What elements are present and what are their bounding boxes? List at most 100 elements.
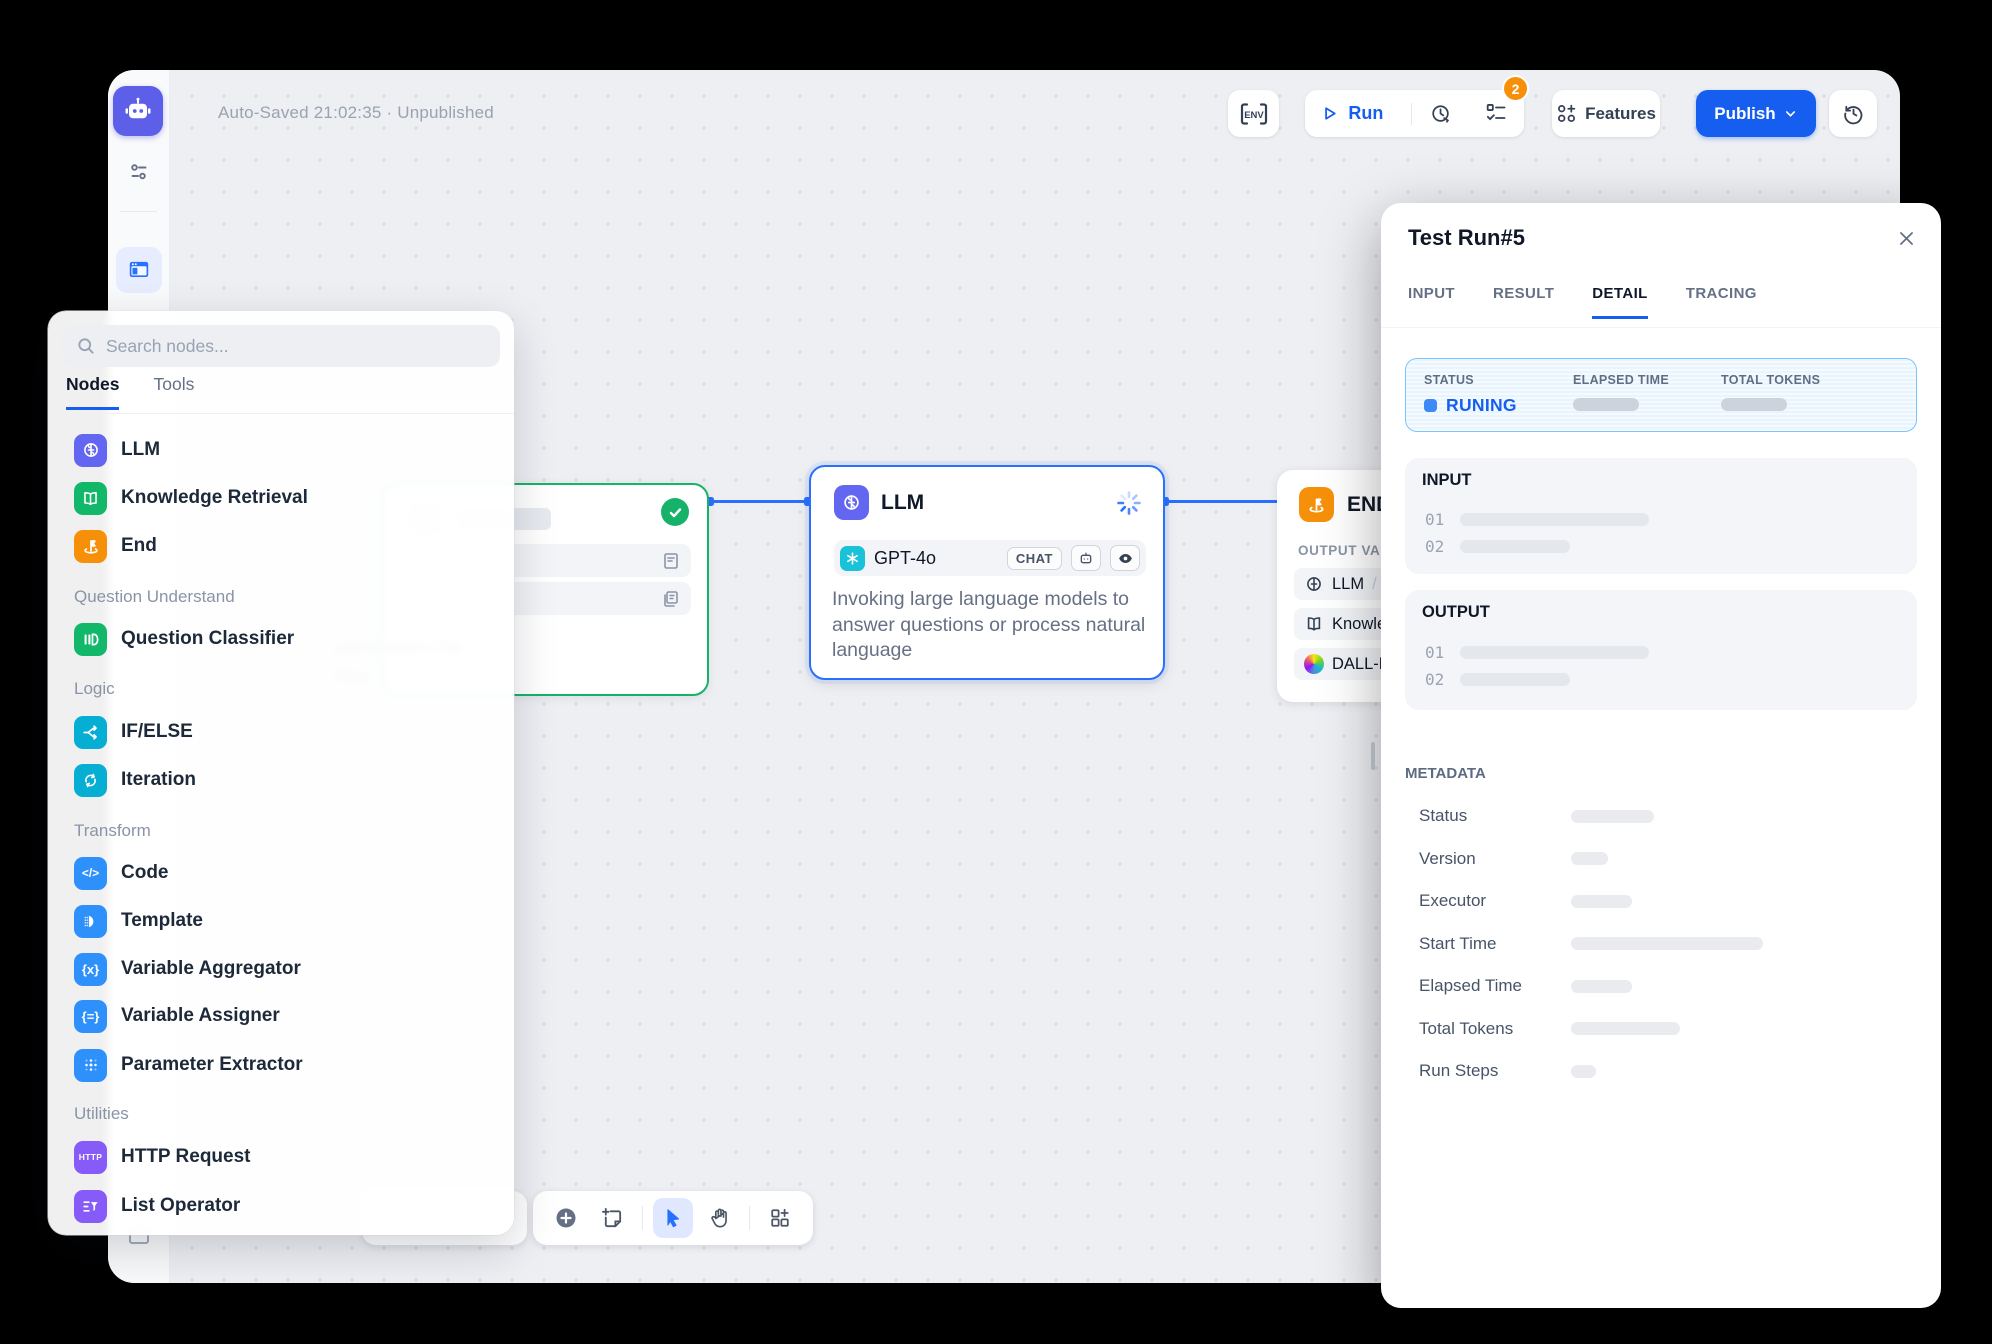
template-icon	[74, 905, 107, 938]
node-palette-panel: Search nodes... Nodes Tools LLM Knowledg…	[48, 311, 514, 1235]
tab-tools[interactable]: Tools	[153, 374, 194, 410]
elapsed-time-skeleton	[1573, 398, 1639, 411]
metadata-list: Status Version Executor Start Time Elaps…	[1419, 809, 1914, 1107]
tab-result[interactable]: RESULT	[1493, 285, 1554, 319]
app-logo-robot-icon[interactable]	[113, 86, 163, 136]
node-item-label: List Operator	[121, 1195, 240, 1217]
run-button[interactable]: Run	[1348, 103, 1383, 124]
tab-input[interactable]: INPUT	[1408, 285, 1455, 319]
toolbar-divider	[749, 1206, 750, 1230]
value-skeleton	[1460, 673, 1570, 686]
node-item-label: Parameter Extractor	[121, 1054, 303, 1076]
node-item-template[interactable]: Template	[62, 900, 500, 942]
node-item-if-else[interactable]: IF/ELSE	[62, 711, 500, 753]
tab-tracing[interactable]: TRACING	[1686, 285, 1757, 319]
node-item-llm[interactable]: LLM	[62, 429, 500, 471]
code-icon: </>	[74, 857, 107, 890]
node-item-label: LLM	[121, 439, 160, 461]
chat-badge: CHAT	[1007, 547, 1062, 570]
checklist-icon[interactable]	[1485, 101, 1508, 126]
row-number: 01	[1425, 643, 1444, 662]
dots-grid-icon	[74, 1049, 107, 1082]
tabs-divider	[48, 413, 514, 414]
autosave-status: Auto-Saved 21:02:35 · Unpublished	[218, 103, 494, 123]
run-toolbar-group: Run	[1305, 90, 1524, 137]
node-item-label: IF/ELSE	[121, 721, 193, 743]
node-item-label: Variable Aggregator	[121, 958, 301, 980]
test-run-title: Test Run#5	[1408, 225, 1525, 251]
metadata-row: Elapsed Time	[1419, 979, 1914, 993]
node-item-iteration[interactable]: Iteration	[62, 759, 500, 801]
toolbar-divider	[1411, 103, 1412, 125]
pointer-tool-button[interactable]	[653, 1198, 693, 1238]
node-item-list-operator[interactable]: List Operator	[62, 1185, 500, 1227]
toolbar-divider	[642, 1206, 643, 1230]
publish-button[interactable]: Publish	[1696, 90, 1816, 137]
vision-badge-icon	[1110, 545, 1140, 571]
agent-badge-icon	[1071, 545, 1101, 571]
value-skeleton	[1571, 937, 1763, 950]
metadata-title: METADATA	[1405, 765, 1486, 782]
model-selector[interactable]: GPT-4o CHAT	[834, 540, 1146, 576]
run-status-banner: STATUS RUNING ELAPSED TIME TOTAL TOKENS	[1405, 358, 1917, 432]
features-label: Features	[1585, 104, 1656, 124]
llm-mini-icon	[1304, 574, 1324, 594]
value-skeleton	[1460, 513, 1649, 526]
end-flag-icon	[74, 530, 107, 563]
input-card: INPUT 01 02	[1405, 458, 1917, 574]
screenshot-root: parameters for flow LLM	[0, 0, 1992, 1344]
value-skeleton	[1571, 980, 1632, 993]
llm-node-title: LLM	[881, 491, 924, 515]
node-item-end[interactable]: End	[62, 525, 500, 567]
node-item-knowledge-retrieval[interactable]: Knowledge Retrieval	[62, 477, 500, 519]
run-history-icon[interactable]	[1430, 102, 1452, 126]
search-icon	[76, 336, 96, 356]
canvas-toolbar	[533, 1191, 813, 1245]
node-item-question-classifier[interactable]: Question Classifier	[62, 618, 500, 660]
metadata-row: Status	[1419, 809, 1914, 823]
organize-nodes-button[interactable]	[760, 1198, 800, 1238]
features-button[interactable]: Features	[1552, 90, 1660, 137]
metadata-row: Version	[1419, 852, 1914, 866]
env-icon: ENV	[1239, 101, 1269, 127]
branch-icon	[74, 716, 107, 749]
node-item-label: Knowledge Retrieval	[121, 487, 308, 509]
hand-tool-button[interactable]	[699, 1198, 739, 1238]
panel-resize-handle[interactable]	[1371, 742, 1375, 770]
group-heading-logic: Logic	[74, 679, 115, 699]
metadata-row: Run Steps	[1419, 1064, 1914, 1078]
checklist-count-badge: 2	[1502, 75, 1529, 102]
dalle-icon	[1304, 654, 1324, 674]
node-item-variable-aggregator[interactable]: {x} Variable Aggregator	[62, 948, 500, 990]
node-item-code[interactable]: </> Code	[62, 852, 500, 894]
env-button[interactable]: ENV	[1228, 90, 1279, 137]
edge-llm-end	[1165, 500, 1279, 503]
node-item-label: Iteration	[121, 769, 196, 791]
workflow-settings-icon[interactable]	[119, 152, 159, 192]
node-item-variable-assigner[interactable]: {=} Variable Assigner	[62, 995, 500, 1037]
llm-node-description: Invoking large language models to answer…	[832, 587, 1148, 664]
tab-nodes[interactable]: Nodes	[66, 374, 119, 410]
output-title: OUTPUT	[1422, 603, 1490, 622]
llm-node[interactable]: LLM GPT-4o CHAT	[809, 465, 1165, 680]
add-note-button[interactable]	[592, 1198, 632, 1238]
node-item-label: Variable Assigner	[121, 1005, 280, 1027]
add-node-button[interactable]	[546, 1198, 586, 1238]
variable-eq-icon: {=}	[74, 1000, 107, 1033]
sidebar-divider	[120, 211, 157, 212]
close-button[interactable]	[1889, 221, 1923, 255]
search-input[interactable]: Search nodes...	[62, 325, 500, 367]
tab-detail[interactable]: DETAIL	[1592, 285, 1647, 319]
version-history-button[interactable]	[1829, 90, 1877, 137]
group-heading-transform: Transform	[74, 821, 151, 841]
value-skeleton	[1571, 895, 1632, 908]
chevron-down-icon	[1783, 106, 1798, 121]
node-item-parameter-extractor[interactable]: Parameter Extractor	[62, 1044, 500, 1086]
sidebar-item-apps-active[interactable]	[116, 247, 162, 293]
play-icon[interactable]	[1321, 104, 1338, 123]
group-heading-question-understand: Question Understand	[74, 587, 235, 607]
status-value: RUNING	[1424, 395, 1573, 416]
node-item-http-request[interactable]: HTTP HTTP Request	[62, 1136, 500, 1178]
node-item-label: Template	[121, 910, 203, 932]
total-tokens-label: TOTAL TOKENS	[1721, 373, 1820, 387]
